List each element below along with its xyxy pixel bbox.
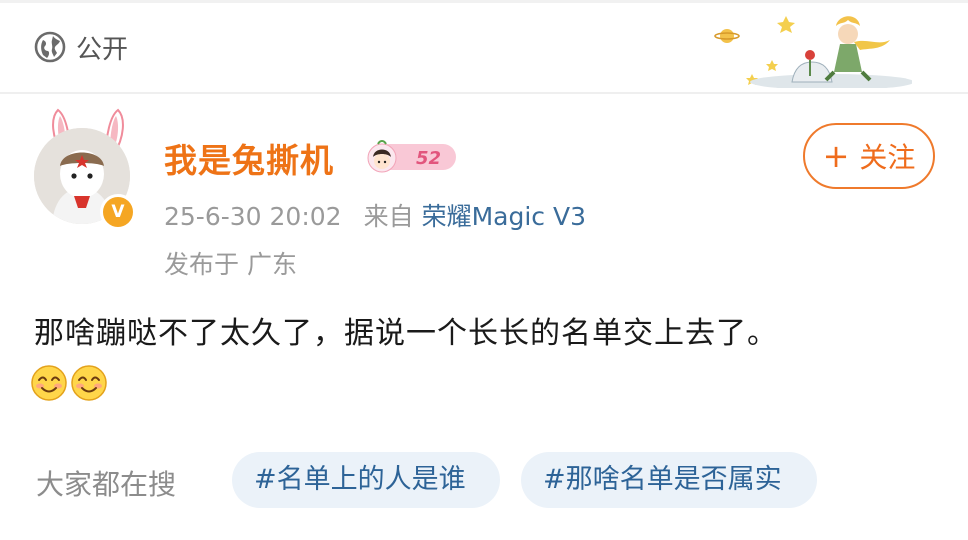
top-divider	[0, 0, 968, 3]
post-location: 发布于 广东	[164, 250, 297, 279]
smile-emoji-icon	[71, 365, 107, 401]
level-number: 52	[416, 148, 441, 169]
verified-v-icon: V	[100, 194, 136, 230]
globe-icon	[34, 31, 66, 63]
trending-tag[interactable]: #名单上的人是谁	[232, 452, 500, 508]
post-emojis	[30, 364, 108, 406]
author-name[interactable]: 我是兔撕机	[164, 134, 334, 182]
header-divider	[0, 92, 968, 94]
plus-icon: +	[822, 137, 850, 175]
trending-tag[interactable]: #那啥名单是否属实	[521, 452, 817, 508]
visibility-indicator[interactable]: 公开	[34, 29, 128, 65]
little-prince-decoration	[714, 16, 912, 88]
follow-label: 关注	[859, 141, 916, 174]
trending-search-title: 大家都在搜	[36, 468, 177, 501]
post-meta: 25-6-30 20:02 来自 荣耀Magic V3	[164, 197, 586, 233]
member-level-badge: 52	[367, 140, 456, 173]
author-avatar-group[interactable]: V	[34, 108, 136, 230]
smile-emoji-icon	[31, 365, 67, 401]
top-bar: 公开	[0, 0, 968, 92]
visibility-label: 公开	[76, 34, 129, 65]
from-label: 来自	[363, 202, 414, 231]
device-link[interactable]: 荣耀Magic V3	[422, 202, 586, 231]
timestamp: 25-6-30 20:02	[164, 202, 342, 231]
follow-button[interactable]: + 关注	[803, 123, 935, 189]
post-text: 那啥蹦哒不了太久了，据说一个长长的名单交上去了。	[34, 316, 778, 351]
